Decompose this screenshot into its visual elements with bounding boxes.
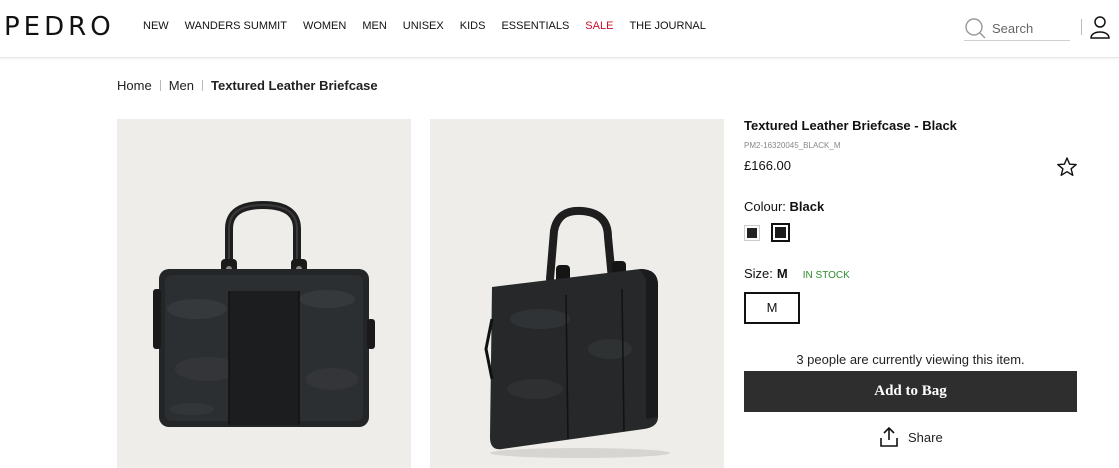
nav-wanders-summit[interactable]: WANDERS SUMMIT [185, 20, 287, 32]
search-box [964, 17, 1070, 41]
breadcrumb-separator [159, 80, 161, 91]
size-label: Size: [744, 266, 773, 281]
breadcrumb-home[interactable]: Home [117, 78, 152, 93]
breadcrumb-current: Textured Leather Briefcase [210, 78, 378, 93]
briefcase-front-illustration [153, 200, 375, 427]
breadcrumb: Home Men Textured Leather Briefcase [117, 78, 378, 93]
nav-unisex[interactable]: UNISEX [403, 20, 444, 32]
search-input[interactable] [992, 18, 1068, 38]
header-divider [1081, 19, 1082, 35]
product-image-front[interactable] [117, 119, 411, 468]
nav-women[interactable]: WOMEN [303, 20, 346, 32]
share-icon [880, 426, 898, 447]
share-label: Share [908, 429, 943, 445]
product-image-angle[interactable] [430, 119, 724, 468]
share-button[interactable]: Share [878, 426, 943, 448]
colour-row: Colour: Black [744, 199, 824, 214]
colour-swatch-selected[interactable] [771, 223, 790, 242]
nav-essentials[interactable]: ESSENTIALS [501, 20, 569, 32]
breadcrumb-men[interactable]: Men [169, 78, 194, 93]
viewers-notice: 3 people are currently viewing this item… [796, 352, 1025, 367]
nav-sale[interactable]: SALE [585, 20, 613, 32]
colour-label: Colour: [744, 199, 786, 214]
product-title: Textured Leather Briefcase - Black [744, 118, 957, 133]
stock-status: IN STOCK [802, 270, 850, 281]
user-icon[interactable] [1089, 15, 1111, 39]
briefcase-angle-illustration [484, 206, 670, 458]
product-sku: PM2-16320045_BLACK_M [744, 141, 841, 150]
breadcrumb-separator [201, 80, 203, 91]
site-header: PEDRO NEW WANDERS SUMMIT WOMEN MEN UNISE… [0, 0, 1119, 58]
star-outline-icon[interactable] [1056, 156, 1078, 178]
logo[interactable]: PEDRO [4, 12, 115, 42]
colour-value: Black [789, 199, 825, 214]
nav-men[interactable]: MEN [362, 20, 386, 32]
add-to-bag-button[interactable]: Add to Bag [744, 371, 1077, 412]
nav-the-journal[interactable]: THE JOURNAL [629, 20, 705, 32]
nav-kids[interactable]: KIDS [460, 20, 486, 32]
search-icon[interactable] [964, 17, 986, 39]
colour-swatch-1[interactable] [744, 225, 760, 241]
size-value: M [776, 266, 788, 281]
main-nav: NEW WANDERS SUMMIT WOMEN MEN UNISEX KIDS… [143, 20, 722, 32]
size-row: Size: M IN STOCK [744, 266, 850, 281]
nav-new[interactable]: NEW [143, 20, 169, 32]
size-option-m[interactable]: M [744, 292, 800, 324]
product-price: £166.00 [744, 158, 791, 173]
